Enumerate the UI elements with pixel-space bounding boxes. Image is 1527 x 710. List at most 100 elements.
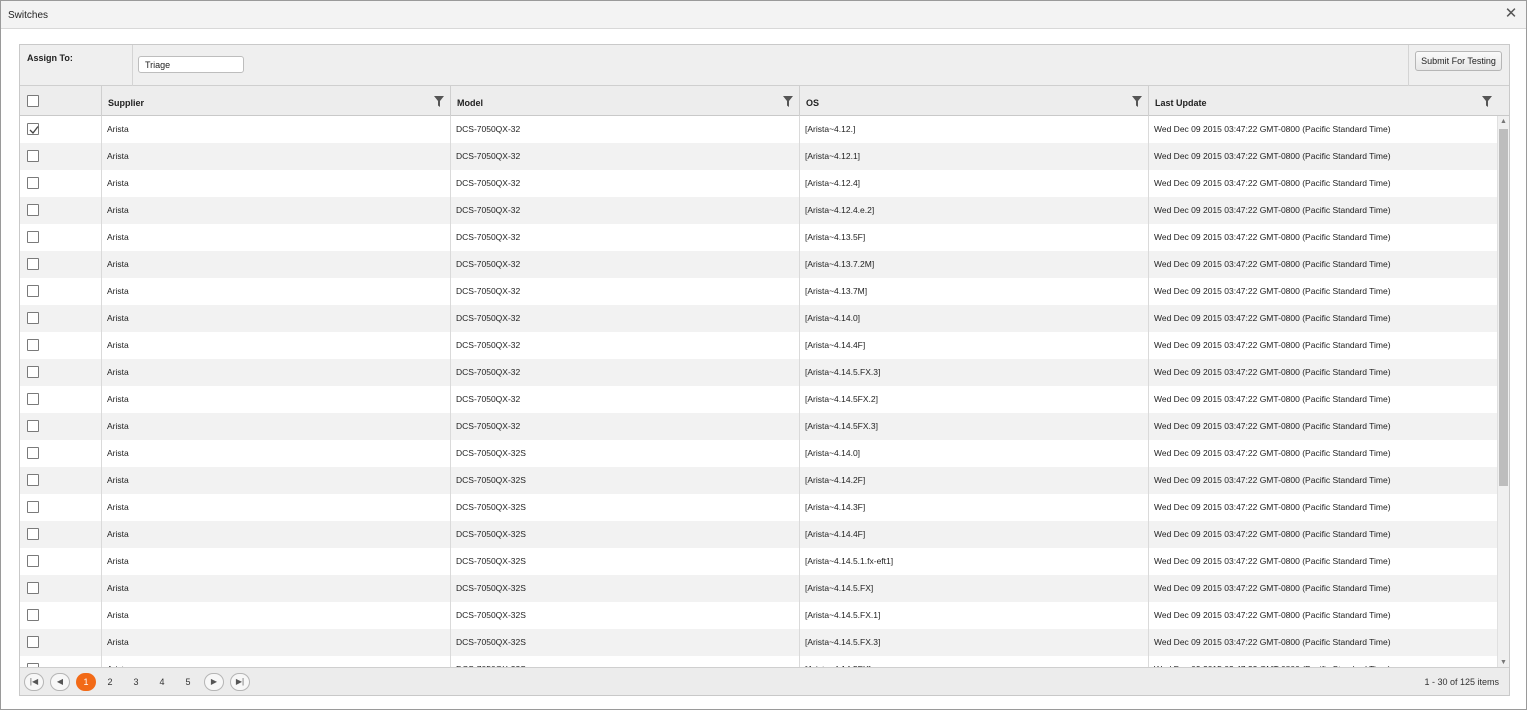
column-header-os[interactable]: OS [799, 86, 1148, 116]
row-checkbox[interactable] [27, 312, 39, 324]
cell-supplier: Arista [107, 421, 129, 431]
table-row[interactable]: Arista DCS-7050QX-32 [Arista~4.13.7.2M] Wed… [20, 251, 1499, 278]
select-all-checkbox[interactable] [27, 95, 39, 107]
row-checkbox[interactable] [27, 366, 39, 378]
row-checkbox[interactable] [27, 555, 39, 567]
cell-supplier: Arista [107, 124, 129, 134]
page-4-button[interactable]: 4 [152, 673, 172, 691]
table-row[interactable]: Arista DCS-7050QX-32 [Arista~4.13.7M] Wed D… [20, 278, 1499, 305]
cell-model: DCS-7050QX-32S [456, 448, 526, 458]
cell-updated: Wed Dec 09 2015 03:47:22 GMT-0800 (Pacif… [1154, 556, 1391, 566]
cell-updated: Wed Dec 09 2015 03:47:22 GMT-0800 (Pacif… [1154, 394, 1391, 404]
cell-updated: Wed Dec 09 2015 03:47:22 GMT-0800 (Pacif… [1154, 151, 1391, 161]
column-divider [450, 116, 451, 669]
row-checkbox[interactable] [27, 285, 39, 297]
row-checkbox[interactable] [27, 474, 39, 486]
cell-model: DCS-7050QX-32 [456, 394, 521, 404]
scroll-up-icon[interactable]: ▲ [1498, 116, 1509, 128]
cell-updated: Wed Dec 09 2015 03:47:22 GMT-0800 (Pacif… [1154, 205, 1391, 215]
table-row[interactable]: Arista DCS-7050QX-32S [Arista~4.14.5.FX.1]… [20, 602, 1499, 629]
page-5-button[interactable]: 5 [178, 673, 198, 691]
row-checkbox[interactable] [27, 339, 39, 351]
cell-os: [Arista~4.14.5.FX.1] [805, 610, 881, 620]
vertical-scrollbar[interactable]: ▲ ▼ [1497, 116, 1509, 669]
cell-model: DCS-7050QX-32 [456, 340, 521, 350]
table-row[interactable]: Arista DCS-7050QX-32S [Arista~4.14.3F] Wed … [20, 494, 1499, 521]
page-2-button[interactable]: 2 [100, 673, 120, 691]
cell-supplier: Arista [107, 556, 129, 566]
table-row[interactable]: Arista DCS-7050QX-32 [Arista~4.12.4] Wed De… [20, 170, 1499, 197]
row-checkbox[interactable] [27, 204, 39, 216]
row-checkbox[interactable] [27, 123, 39, 135]
table-row[interactable]: Arista DCS-7050QX-32 [Arista~4.14.4F] Wed D… [20, 332, 1499, 359]
cell-updated: Wed Dec 09 2015 03:47:22 GMT-0800 (Pacif… [1154, 529, 1391, 539]
table-row[interactable]: Arista DCS-7050QX-32 [Arista~4.13.5F] Wed D… [20, 224, 1499, 251]
row-checkbox[interactable] [27, 501, 39, 513]
page-3-button[interactable]: 3 [126, 673, 146, 691]
table-row[interactable]: Arista DCS-7050QX-32 [Arista~4.14.0] Wed De… [20, 305, 1499, 332]
row-checkbox[interactable] [27, 150, 39, 162]
cell-supplier: Arista [107, 583, 129, 593]
submit-for-testing-button[interactable]: Submit For Testing [1415, 51, 1502, 71]
first-page-icon[interactable]: |◀ [24, 673, 44, 691]
close-icon[interactable]: ✕ [1504, 6, 1518, 21]
table-row[interactable]: Arista DCS-7050QX-32 [Arista~4.14.5FX.3] We… [20, 413, 1499, 440]
column-label: OS [806, 98, 820, 108]
row-checkbox[interactable] [27, 177, 39, 189]
table-row[interactable]: Arista DCS-7050QX-32 [Arista~4.12.1] Wed De… [20, 143, 1499, 170]
row-checkbox[interactable] [27, 420, 39, 432]
row-checkbox[interactable] [27, 447, 39, 459]
row-checkbox[interactable] [27, 528, 39, 540]
row-checkbox[interactable] [27, 258, 39, 270]
row-checkbox[interactable] [27, 636, 39, 648]
cell-model: DCS-7050QX-32S [456, 610, 526, 620]
select-all-header [20, 86, 101, 116]
cell-model: DCS-7050QX-32S [456, 529, 526, 539]
cell-supplier: Arista [107, 259, 129, 269]
column-header-supplier[interactable]: Supplier [101, 86, 450, 116]
cell-updated: Wed Dec 09 2015 03:47:22 GMT-0800 (Pacif… [1154, 421, 1391, 431]
filter-icon[interactable] [434, 96, 444, 107]
table-row[interactable]: Arista DCS-7050QX-32 [Arista~4.12.4.e.2] We… [20, 197, 1499, 224]
cell-updated: Wed Dec 09 2015 03:47:22 GMT-0800 (Pacif… [1154, 367, 1391, 377]
table-row[interactable]: Arista DCS-7050QX-32 [Arista~4.14.5.FX.3] W… [20, 359, 1499, 386]
cell-updated: Wed Dec 09 2015 03:47:22 GMT-0800 (Pacif… [1154, 178, 1391, 188]
table-row[interactable]: Arista DCS-7050QX-32S [Arista~4.14.0] Wed D… [20, 440, 1499, 467]
last-page-icon[interactable]: ▶| [230, 673, 250, 691]
filter-icon[interactable] [783, 96, 793, 107]
table-row[interactable]: Arista DCS-7050QX-32S [Arista~4.14.2F] Wed … [20, 467, 1499, 494]
cell-supplier: Arista [107, 178, 129, 188]
column-header-model[interactable]: Model [450, 86, 799, 116]
filter-icon[interactable] [1132, 96, 1142, 107]
table-row[interactable]: Arista DCS-7050QX-32 [Arista~4.14.5FX.2] We… [20, 386, 1499, 413]
page-1-button[interactable]: 1 [76, 673, 96, 691]
cell-supplier: Arista [107, 313, 129, 323]
cell-supplier: Arista [107, 448, 129, 458]
assign-to-input[interactable] [138, 56, 244, 73]
row-checkbox[interactable] [27, 609, 39, 621]
table-row[interactable]: Arista DCS-7050QX-32S [Arista~4.14.5.1.fx-… [20, 548, 1499, 575]
grid-toolbar: Assign To: Submit For Testing [20, 45, 1509, 86]
row-checkbox[interactable] [27, 582, 39, 594]
scroll-thumb[interactable] [1499, 129, 1508, 486]
table-row[interactable]: Arista DCS-7050QX-32S [Arista~4.14.5.FX.3]… [20, 629, 1499, 656]
cell-model: DCS-7050QX-32 [456, 313, 521, 323]
row-checkbox[interactable] [27, 393, 39, 405]
cell-os: [Arista~4.14.5.FX.3] [805, 637, 881, 647]
cell-updated: Wed Dec 09 2015 03:47:22 GMT-0800 (Pacif… [1154, 637, 1391, 647]
filter-icon[interactable] [1482, 96, 1492, 107]
cell-supplier: Arista [107, 232, 129, 242]
column-header-last-update[interactable]: Last Update [1148, 86, 1498, 116]
table-row[interactable]: Arista DCS-7050QX-32 [Arista~4.12.] Wed Dec… [20, 116, 1499, 143]
table-row[interactable]: Arista DCS-7050QX-32S [Arista~4.14.4F] Wed … [20, 521, 1499, 548]
next-page-icon[interactable]: ▶ [204, 673, 224, 691]
cell-updated: Wed Dec 09 2015 03:47:22 GMT-0800 (Pacif… [1154, 340, 1391, 350]
title-bar: Switches ✕ [1, 1, 1526, 29]
cell-os: [Arista~4.14.3F] [805, 502, 866, 512]
previous-page-icon[interactable]: ◀ [50, 673, 70, 691]
cell-updated: Wed Dec 09 2015 03:47:22 GMT-0800 (Pacif… [1154, 259, 1391, 269]
row-checkbox[interactable] [27, 231, 39, 243]
cell-updated: Wed Dec 09 2015 03:47:22 GMT-0800 (Pacif… [1154, 448, 1391, 458]
table-row[interactable]: Arista DCS-7050QX-32S [Arista~4.14.5.FX] We… [20, 575, 1499, 602]
cell-os: [Arista~4.13.7M] [805, 286, 868, 296]
